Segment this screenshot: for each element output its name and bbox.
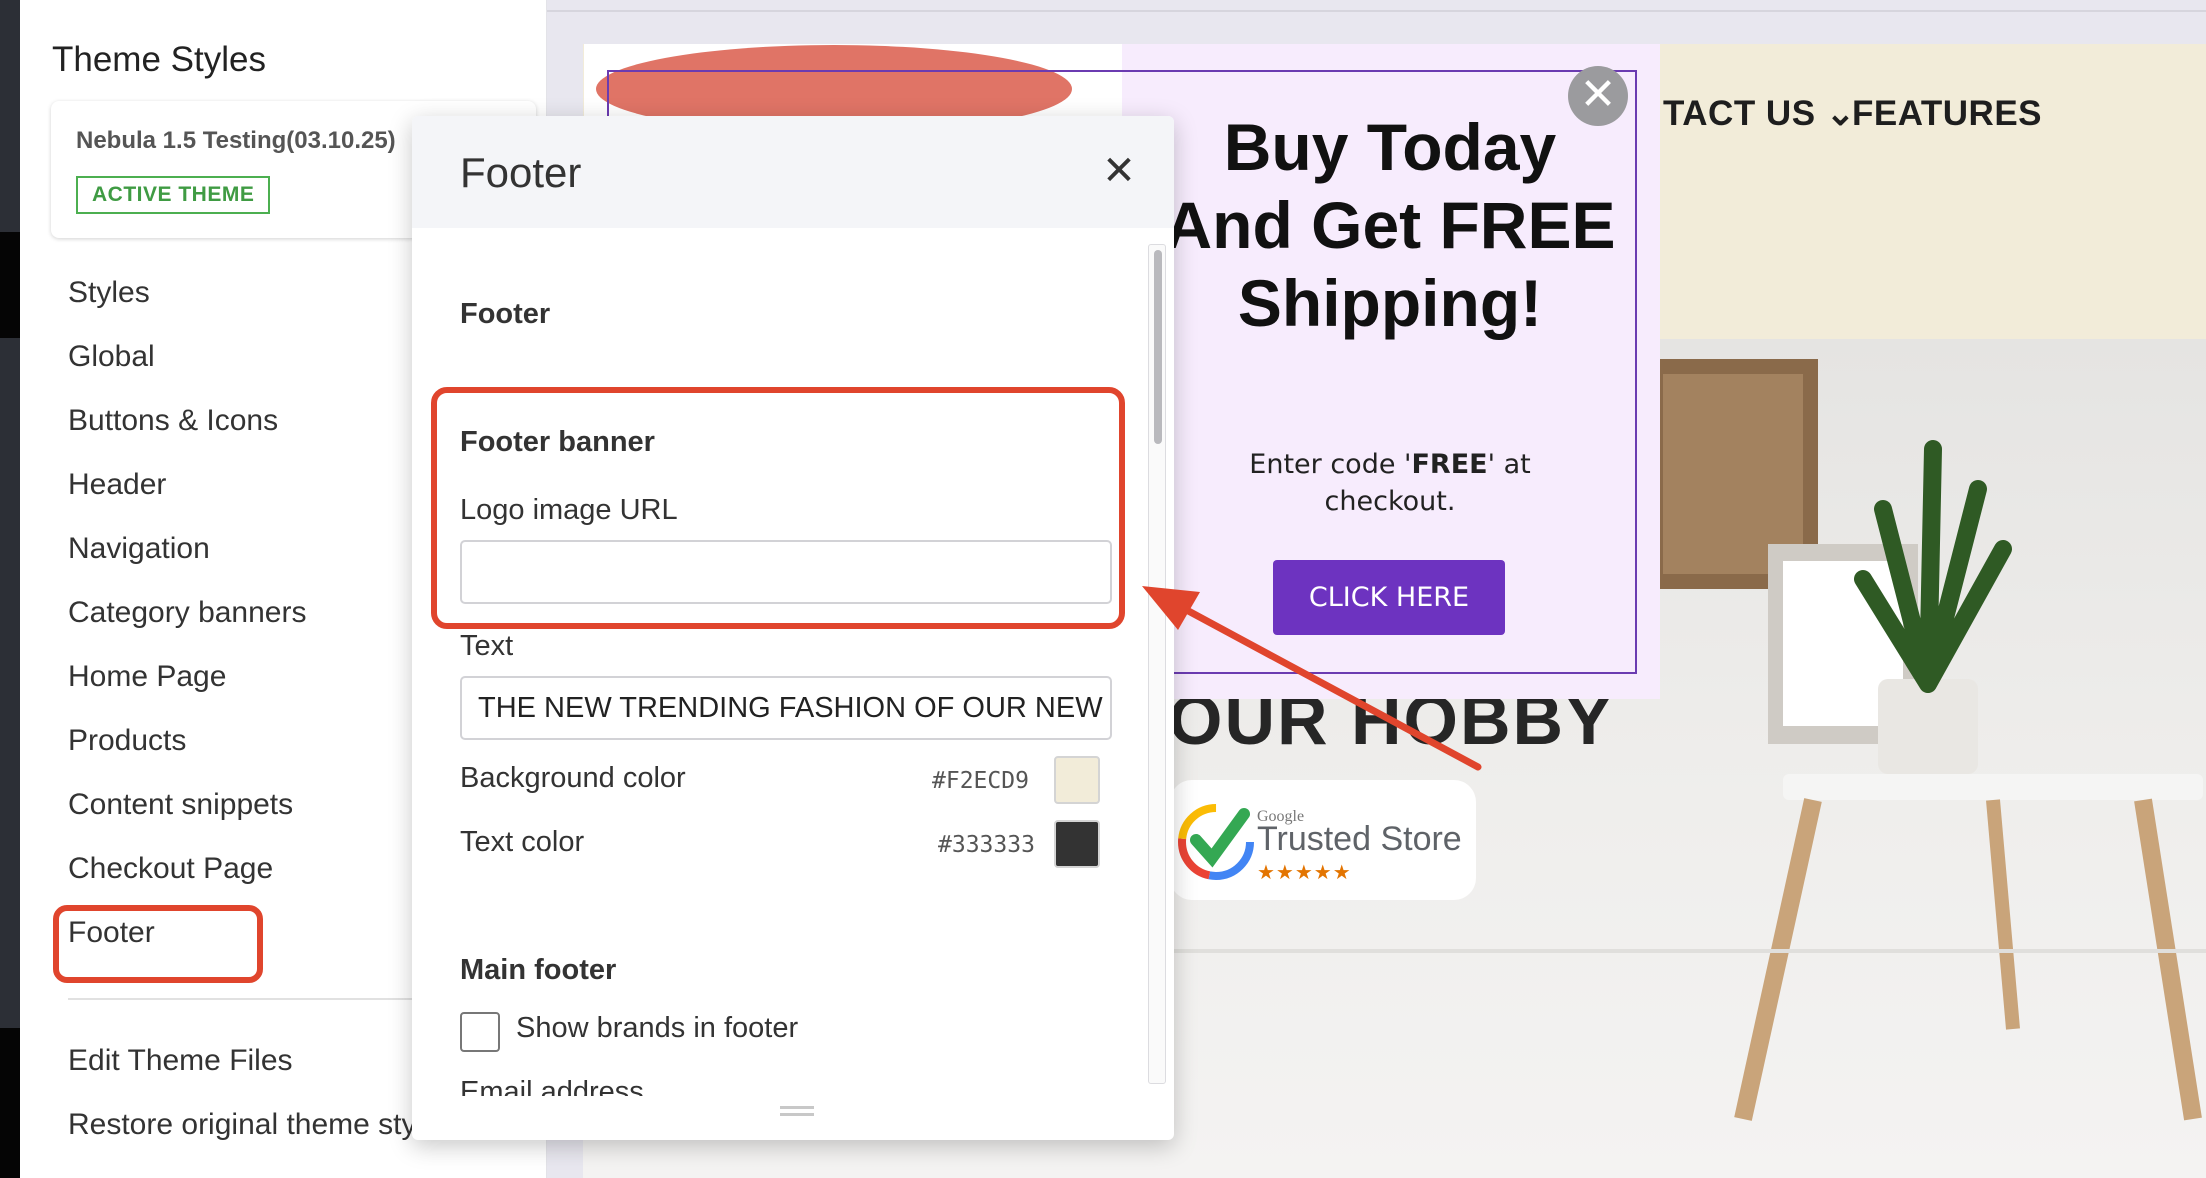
sidebar-item-edit-theme-files[interactable]: Edit Theme Files [68,1044,293,1078]
sidebar-divider [68,998,448,1000]
popup-subtext: Enter code 'FREE' at checkout. [1190,446,1590,520]
close-icon[interactable]: ✕ [1095,148,1143,196]
section-main-footer-heading: Main footer [460,954,617,986]
sidebar-item-restore-theme[interactable]: Restore original theme styles [68,1108,455,1142]
popup-sub-prefix: Enter code ' [1249,449,1412,480]
footer-annotation-box [53,905,263,983]
panel-scrollbar-thumb[interactable] [1154,250,1162,444]
sidebar-item-styles[interactable]: Styles [68,276,150,310]
checkmark-icon [1178,804,1254,880]
show-brands-label: Show brands in footer [516,1012,799,1044]
background-color-hex: #F2ECD9 [932,768,1029,794]
section-footer-heading: Footer [460,298,551,330]
footer-banner-annotation-box [431,387,1125,629]
banner-text-input[interactable]: THE NEW TRENDING FASHION OF OUR NEW G [460,676,1112,740]
panel-title: Footer [460,149,582,196]
sidebar-item-navigation[interactable]: Navigation [68,532,210,566]
text-color-swatch[interactable] [1054,820,1100,868]
google-trusted-store-badge[interactable]: Google Trusted Store ★★★★★ [1170,780,1476,900]
show-brands-checkbox[interactable] [460,1012,500,1052]
nav-contact-label: TACT US [1663,94,1816,133]
email-address-label-text: Email address [460,1076,644,1096]
outer-edge-band [0,232,20,338]
text-label: Text [460,630,514,662]
outer-edge-band [0,1028,20,1178]
sidebar-item-buttons-icons[interactable]: Buttons & Icons [68,404,278,438]
popup-code: FREE [1411,449,1488,480]
text-color-label: Text color [460,826,585,858]
outer-edge-band [0,0,20,232]
sidebar-item-checkout-page[interactable]: Checkout Page [68,852,273,886]
sidebar-item-products[interactable]: Products [68,724,186,758]
background-color-swatch[interactable] [1054,756,1100,804]
sidebar-item-header[interactable]: Header [68,468,166,502]
nav-contact-us[interactable]: TACT US ⌄ [1663,94,1856,134]
background-color-label: Background color [460,762,686,794]
nav-features[interactable]: FEATURES [1852,94,2042,134]
panel-header: Footer ✕ [412,116,1174,228]
sidebar-item-content-snippets[interactable]: Content snippets [68,788,293,822]
outer-window-edge [0,0,20,1178]
trusted-badge-stars: ★★★★★ [1257,860,1352,884]
text-color-hex: #333333 [938,832,1035,858]
sidebar-item-home-page[interactable]: Home Page [68,660,226,694]
email-address-label: Email address [460,1076,644,1096]
sidebar-item-category-banners[interactable]: Category banners [68,596,306,630]
popup-headline: Buy Today And Get FREE Shipping! [1164,110,1616,340]
outer-edge-band [0,338,20,1028]
sidebar-title: Theme Styles [52,40,266,79]
preview-top-divider [547,10,2206,12]
trusted-badge-text: Trusted Store [1257,820,1462,858]
active-theme-badge: ACTIVE THEME [76,176,271,214]
sidebar-item-global[interactable]: Global [68,340,155,374]
popup-cta-button[interactable]: CLICK HERE [1273,560,1505,635]
popup-close-icon[interactable]: ✕ [1568,66,1628,126]
theme-name: Nebula 1.5 Testing(03.10.25) [76,127,396,154]
drag-handle-icon[interactable] [780,1106,814,1120]
